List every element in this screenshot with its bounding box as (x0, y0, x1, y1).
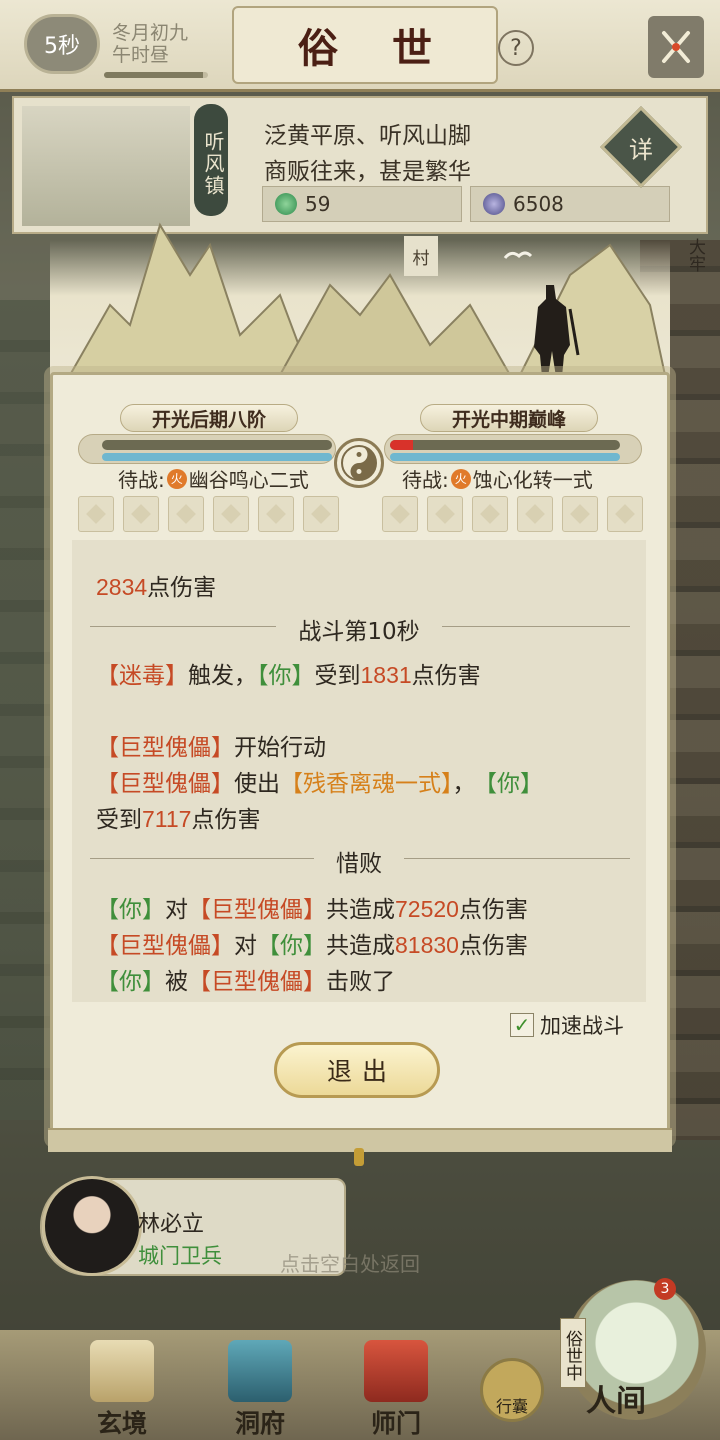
detail-button[interactable]: 详 (612, 118, 670, 176)
exit-button[interactable]: 退出 (274, 1042, 440, 1098)
summary-line: 【你】对【巨型傀儡】共造成72520点伤害 (96, 896, 528, 923)
player-hp-bar (102, 440, 332, 450)
world-label: 人间 (586, 1384, 646, 1419)
player-buff-slot (258, 496, 294, 532)
npc-name: 林必立 (138, 1212, 205, 1237)
battle-log[interactable]: 2834点伤害 战斗第10秒 【迷毒】触发，【你】受到1831点伤害 【巨型傀儡… (72, 540, 646, 1002)
summary-line: 【你】被【巨型傀儡】击败了 (96, 969, 395, 995)
nav-item-dongfu[interactable]: 洞府 (200, 1340, 320, 1438)
close-icon (662, 31, 690, 63)
yinyang-icon (334, 438, 384, 488)
top-header: 5秒 冬月初九 午时昼 俗 世 ? (0, 0, 720, 92)
enemy-hp-bar (390, 440, 620, 450)
log-line: 2834点伤害 (96, 574, 217, 601)
waiting-label: 待战: (118, 468, 165, 492)
scroll-icon (90, 1340, 154, 1402)
left-realm-label: 开光后期八阶 (120, 404, 298, 432)
timer-badge: 5秒 (24, 14, 100, 74)
enemy-buff-slot (517, 496, 553, 532)
title-banner: 俗 世 (232, 6, 498, 84)
player-buff-slot (168, 496, 204, 532)
world-status-tag: 俗世中 (560, 1318, 586, 1388)
waiting-label: 待战: (402, 468, 449, 492)
nav-label: 玄境 (96, 1409, 147, 1438)
battle-result-heading: 惜败 (72, 844, 646, 878)
checkbox-checked-icon[interactable]: ✓ (510, 1013, 534, 1037)
notification-badge: 3 (654, 1278, 676, 1300)
enemy-buff-slot (472, 496, 508, 532)
nav-item-shimen[interactable]: 师门 (336, 1340, 456, 1438)
log-line: 【巨型傀儡】使出【残香离魂一式】， 【你】 (96, 771, 543, 797)
npc-title: 城门卫兵 (138, 1244, 222, 1268)
fire-element-icon: 火 (450, 468, 471, 489)
enemy-mp-bar (390, 453, 620, 461)
nav-label: 师门 (370, 1409, 421, 1438)
nav-label: 洞府 (234, 1409, 285, 1438)
tassel-ornament (354, 1148, 364, 1166)
pavilion-icon (228, 1340, 292, 1402)
help-button[interactable]: ? (498, 30, 534, 66)
speed-battle-toggle[interactable]: ✓ 加速战斗 (510, 1010, 624, 1040)
avatar (42, 1176, 142, 1276)
location-desc-line1: 泛黄平原、听风山脚 (264, 123, 471, 149)
player-buff-slot (213, 496, 249, 532)
enemy-buff-slot (562, 496, 598, 532)
player-mp-bar (102, 453, 332, 461)
log-line: 【巨型傀儡】开始行动 (96, 735, 326, 761)
enemy-buff-slot (607, 496, 643, 532)
enemy-buff-slot (382, 496, 418, 532)
bag-button[interactable]: 行囊 (480, 1358, 544, 1422)
player-buff-slot (123, 496, 159, 532)
prison-sign: 大牢 (685, 238, 705, 272)
time-progress-bar (104, 72, 208, 78)
player-next-skill: 待战: 火 幽谷鸣心二式 (118, 464, 309, 493)
log-time-heading: 战斗第10秒 (72, 612, 646, 646)
summary-line: 【巨型傀儡】对【你】共造成81830点伤害 (96, 932, 528, 959)
enemy-next-skill: 待战: 火 蚀心化转一式 (402, 464, 593, 493)
player-buff-slot (303, 496, 339, 532)
mountain-scenery (68, 222, 667, 377)
nav-item-xuanjing[interactable]: 玄境 (62, 1340, 182, 1438)
speed-battle-label: 加速战斗 (540, 1014, 624, 1038)
banner-icon (364, 1340, 428, 1402)
player-skill-name: 幽谷鸣心二式 (188, 468, 309, 492)
close-button[interactable] (648, 16, 704, 78)
fire-element-icon: 火 (166, 468, 187, 489)
enemy-skill-name: 蚀心化转一式 (472, 468, 593, 492)
player-buff-slot (78, 496, 114, 532)
log-line: 【迷毒】触发，【你】受到1831点伤害 (96, 662, 481, 689)
tap-blank-hint: 点击空白处返回 (280, 1252, 420, 1276)
page-title: 俗 世 (298, 25, 452, 72)
right-realm-label: 开光中期巅峰 (420, 404, 598, 432)
village-sign: 村 (404, 236, 438, 276)
location-desc-line2: 商贩往来，甚是繁华 (264, 159, 471, 185)
date-line2: 午时昼 (112, 44, 170, 66)
log-line: 受到7117点伤害 (96, 806, 261, 833)
enemy-buff-slot (427, 496, 463, 532)
